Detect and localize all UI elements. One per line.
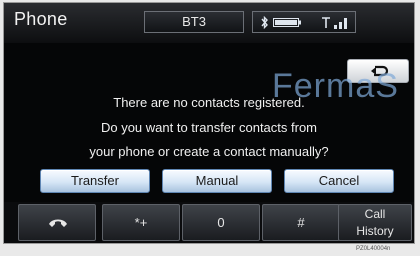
signal-icon — [322, 17, 347, 29]
screen-title: Phone — [14, 9, 68, 29]
hash-key-label: # — [297, 215, 305, 230]
cancel-button[interactable]: Cancel — [284, 169, 394, 193]
zero-key-label: 0 — [217, 215, 225, 230]
bluetooth-icon — [261, 16, 268, 29]
zero-key[interactable]: 0 — [182, 204, 260, 241]
call-history-button[interactable]: Call History — [338, 204, 412, 241]
hash-key[interactable]: # — [262, 204, 340, 241]
device-name-button[interactable]: BT3 — [144, 11, 244, 33]
call-history-label-2: History — [356, 224, 394, 238]
top-bar: Phone BT3 — [4, 3, 414, 43]
bottom-keypad-bar: *+ 0 # Call History — [4, 202, 414, 243]
message-line-2: Do you want to transfer contacts from — [100, 120, 318, 135]
star-key-label: *+ — [134, 215, 148, 230]
battery-icon — [273, 18, 301, 27]
status-indicator — [252, 11, 356, 33]
manual-button[interactable]: Manual — [162, 169, 272, 193]
phone-screen: Phone BT3 FermaS There are no contacts r… — [3, 2, 415, 244]
star-key[interactable]: *+ — [102, 204, 180, 241]
transfer-button[interactable]: Transfer — [40, 169, 150, 193]
phone-hangup-icon — [49, 219, 67, 227]
call-history-label-1: Call — [364, 207, 386, 221]
hangup-button[interactable] — [18, 204, 96, 241]
message-line-3: your phone or create a contact manually? — [89, 144, 329, 159]
image-code: PZ0L40004n — [356, 246, 391, 252]
message-line-1: There are no contacts registered. — [113, 95, 305, 110]
